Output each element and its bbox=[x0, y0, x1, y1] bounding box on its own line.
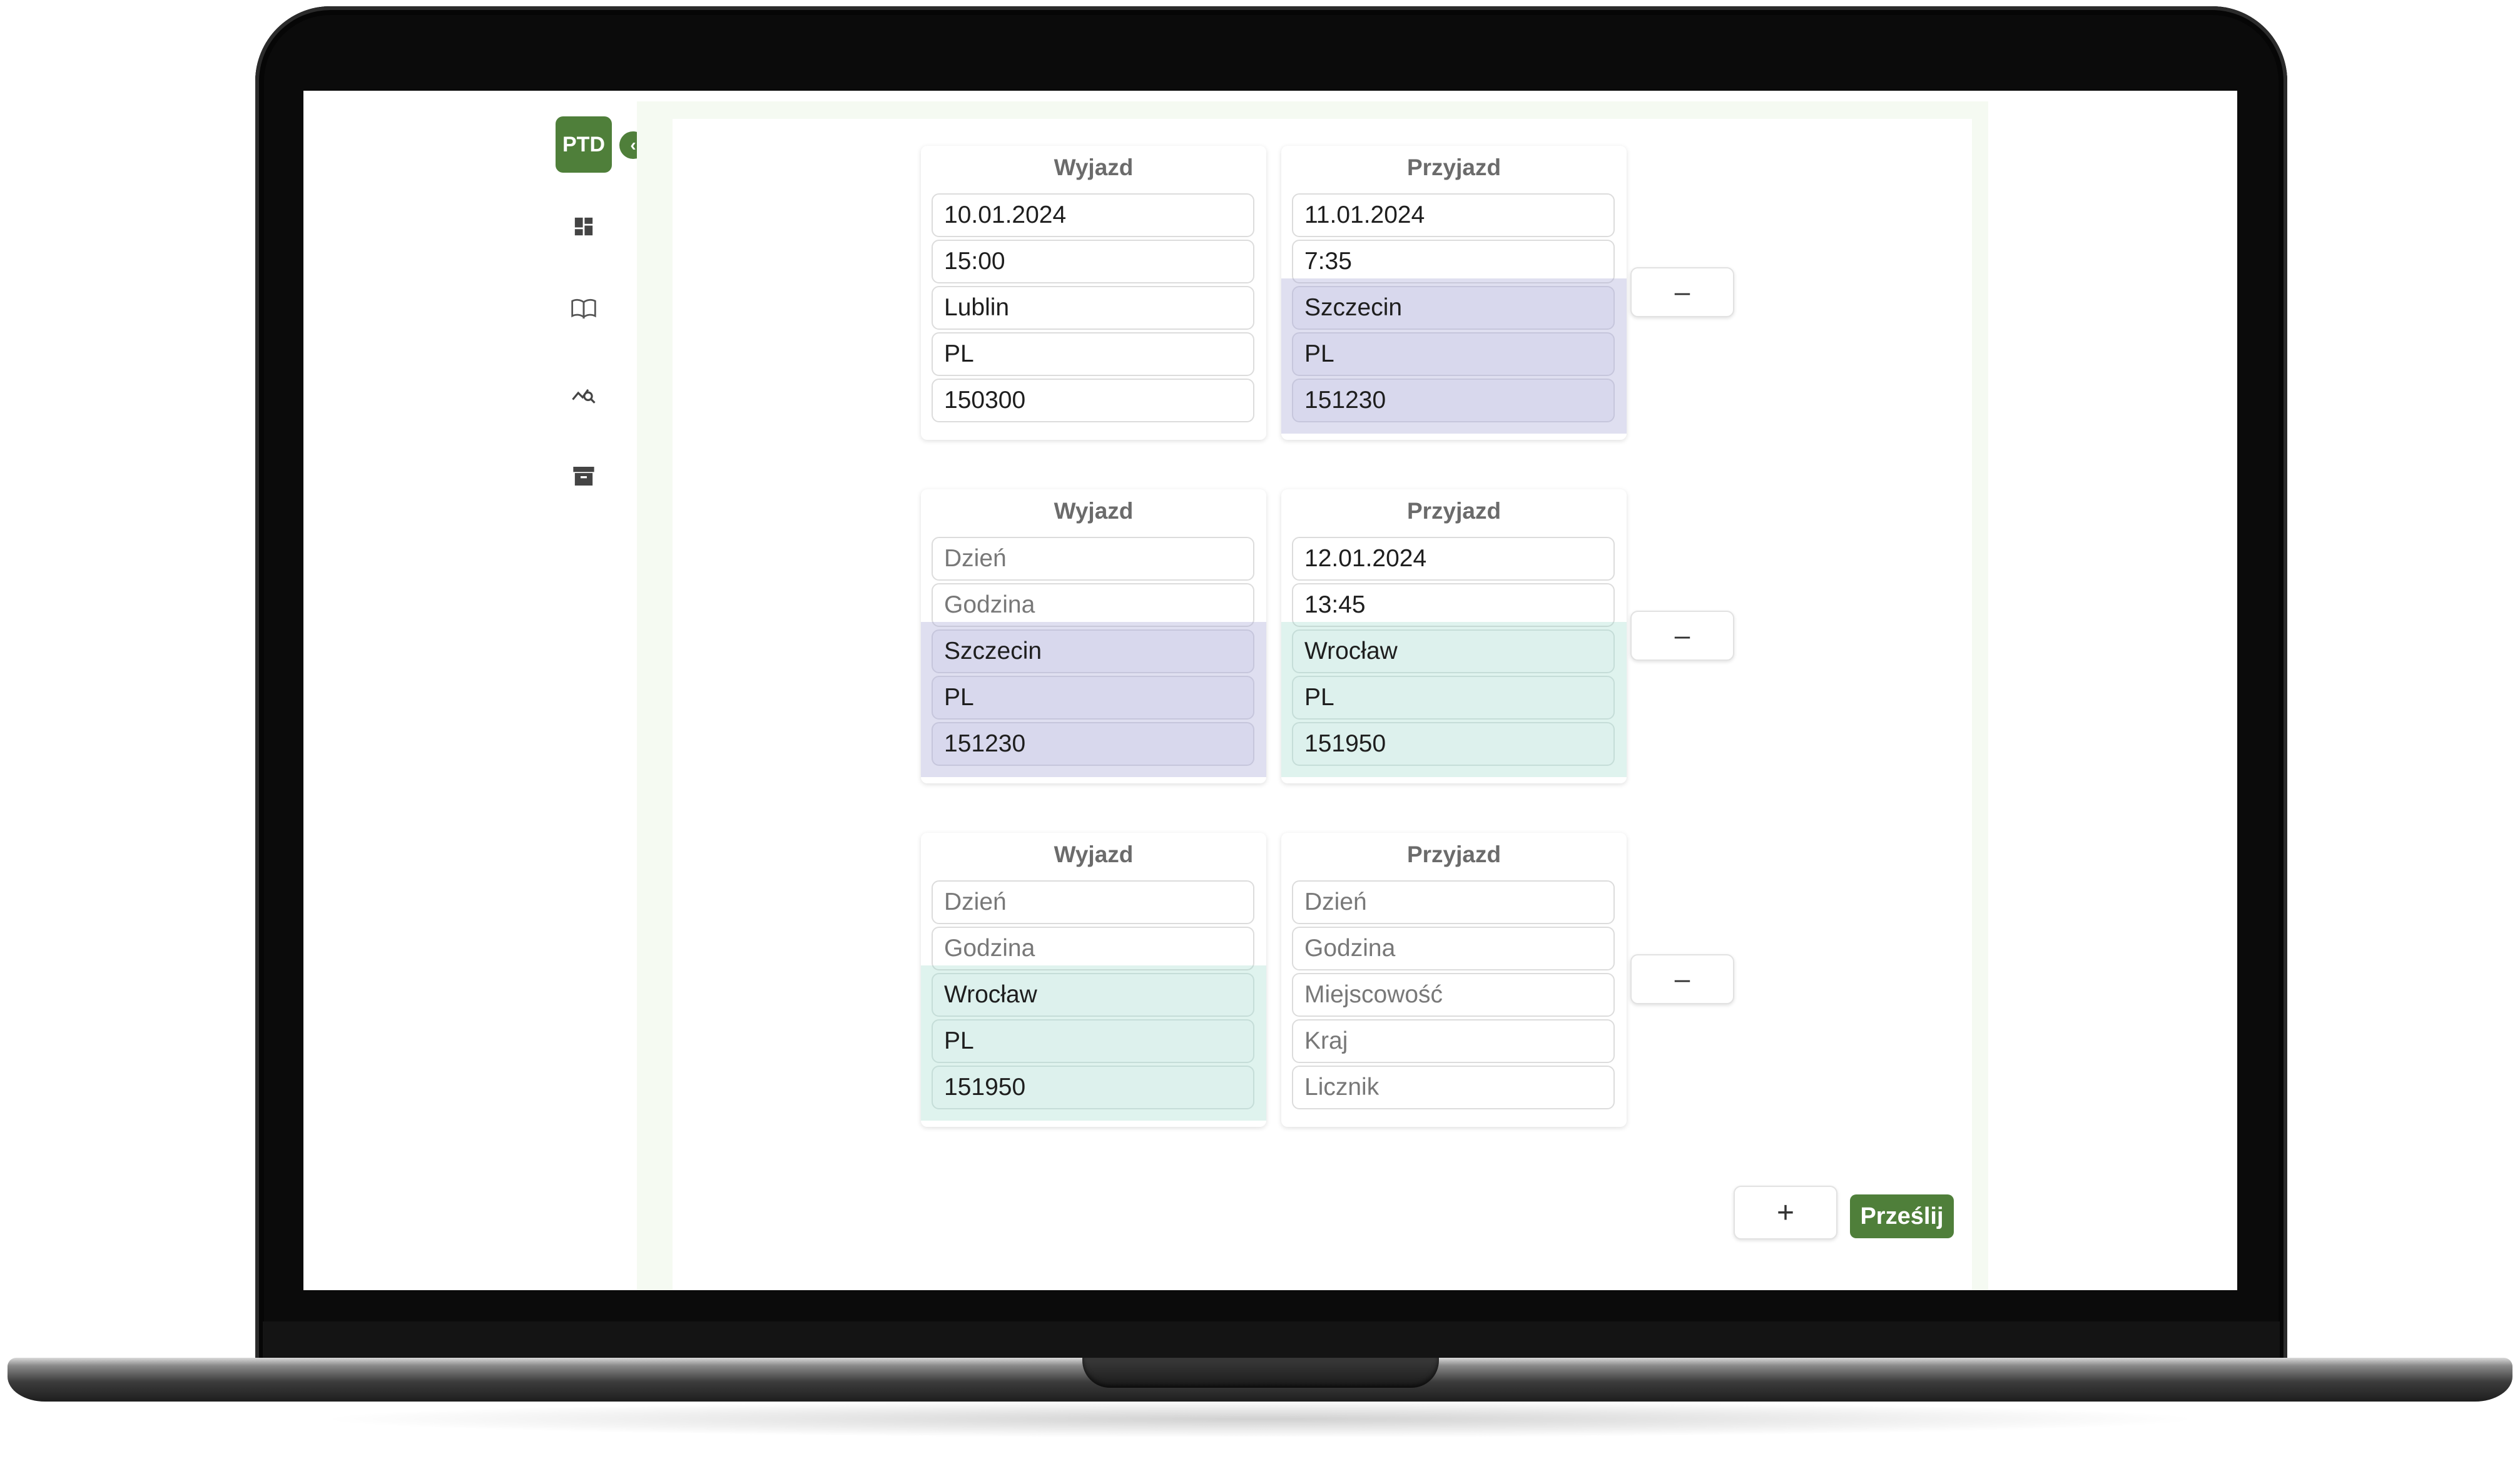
day-input[interactable]: 11.01.2024 bbox=[1292, 193, 1615, 237]
card-title: Wyjazd bbox=[1054, 498, 1134, 524]
arrival-card: Przyjazd Dzień Godzina Miejscowość Kraj … bbox=[1281, 833, 1627, 1127]
day-input[interactable]: Dzień bbox=[932, 880, 1254, 924]
counter-input[interactable]: 151230 bbox=[932, 722, 1254, 766]
counter-input[interactable]: 150300 bbox=[932, 379, 1254, 422]
laptop-shadow bbox=[313, 1400, 2207, 1438]
country-input[interactable]: PL bbox=[932, 332, 1254, 376]
departure-card: Wyjazd Dzień Godzina Wrocław PL 151950 bbox=[921, 833, 1266, 1127]
laptop-chin bbox=[263, 1321, 2280, 1359]
country-input[interactable]: PL bbox=[1292, 332, 1615, 376]
time-input[interactable]: 15:00 bbox=[932, 240, 1254, 283]
app-screen: PTD ‹ Wyjazd 10.01.2024 15:00 Lublin PL … bbox=[303, 91, 2237, 1290]
time-input[interactable]: Godzina bbox=[932, 583, 1254, 627]
archive-icon[interactable] bbox=[566, 459, 601, 494]
arrival-card: Przyjazd 12.01.2024 13:45 Wrocław PL 151… bbox=[1281, 489, 1627, 783]
arrival-card: Przyjazd 11.01.2024 7:35 Szczecin PL 151… bbox=[1281, 146, 1627, 440]
card-title: Wyjazd bbox=[1054, 155, 1134, 180]
add-trip-button[interactable]: + bbox=[1734, 1186, 1837, 1239]
counter-input[interactable]: 151230 bbox=[1292, 379, 1615, 422]
card-title: Przyjazd bbox=[1406, 498, 1501, 524]
departure-card: Wyjazd 10.01.2024 15:00 Lublin PL 150300 bbox=[921, 146, 1266, 440]
day-input[interactable]: Dzień bbox=[932, 537, 1254, 581]
chart-search-icon[interactable] bbox=[566, 375, 601, 410]
brand-logo[interactable]: PTD bbox=[556, 116, 612, 173]
book-icon[interactable] bbox=[566, 292, 601, 327]
day-input[interactable]: 12.01.2024 bbox=[1292, 537, 1615, 581]
day-input[interactable]: Dzień bbox=[1292, 880, 1615, 924]
departure-card: Wyjazd Dzień Godzina Szczecin PL 151230 bbox=[921, 489, 1266, 783]
time-input[interactable]: Godzina bbox=[932, 927, 1254, 970]
time-input[interactable]: 13:45 bbox=[1292, 583, 1615, 627]
place-input[interactable]: Lublin bbox=[932, 286, 1254, 330]
place-input[interactable]: Wrocław bbox=[1292, 629, 1615, 673]
card-title: Przyjazd bbox=[1406, 155, 1501, 180]
remove-trip-button[interactable]: – bbox=[1630, 954, 1734, 1004]
card-title: Wyjazd bbox=[1054, 842, 1134, 867]
day-input[interactable]: 10.01.2024 bbox=[932, 193, 1254, 237]
card-title: Przyjazd bbox=[1406, 842, 1501, 867]
place-input[interactable]: Miejscowość bbox=[1292, 973, 1615, 1017]
place-input[interactable]: Szczecin bbox=[932, 629, 1254, 673]
place-input[interactable]: Wrocław bbox=[932, 973, 1254, 1017]
country-input[interactable]: PL bbox=[932, 1019, 1254, 1063]
remove-trip-button[interactable]: – bbox=[1630, 267, 1734, 317]
submit-button[interactable]: Prześlij bbox=[1850, 1194, 1954, 1238]
time-input[interactable]: 7:35 bbox=[1292, 240, 1615, 283]
country-input[interactable]: PL bbox=[932, 676, 1254, 720]
place-input[interactable]: Szczecin bbox=[1292, 286, 1615, 330]
remove-trip-button[interactable]: – bbox=[1630, 611, 1734, 661]
counter-input[interactable]: 151950 bbox=[1292, 722, 1615, 766]
counter-input[interactable]: 151950 bbox=[932, 1066, 1254, 1109]
time-input[interactable]: Godzina bbox=[1292, 927, 1615, 970]
country-input[interactable]: Kraj bbox=[1292, 1019, 1615, 1063]
counter-input[interactable]: Licznik bbox=[1292, 1066, 1615, 1109]
laptop-notch bbox=[1082, 1358, 1439, 1388]
country-input[interactable]: PL bbox=[1292, 676, 1615, 720]
dashboard-icon[interactable] bbox=[566, 209, 601, 244]
